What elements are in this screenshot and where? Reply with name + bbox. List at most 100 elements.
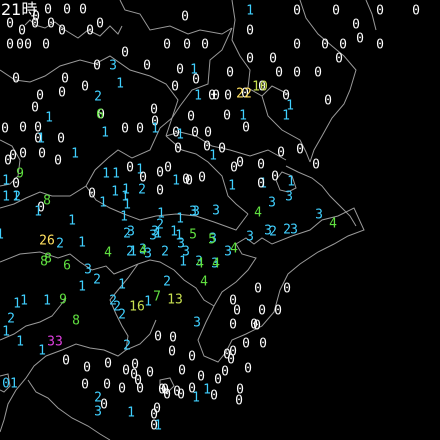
station-value: 0 (258, 303, 266, 319)
station-value: 3 (149, 228, 157, 244)
station-value: 0 (88, 186, 96, 202)
station-value: 0 (174, 141, 182, 157)
station-value: 0 (164, 160, 172, 176)
station-value: 0 (335, 51, 343, 67)
station-value: 0 (229, 317, 237, 333)
station-value: 0 (244, 361, 252, 377)
station-value: 3 (246, 229, 254, 245)
prefecture-border (165, 131, 287, 161)
station-value: 0 (332, 3, 340, 19)
station-value: 3 (193, 315, 201, 331)
station-value: 1 (16, 334, 24, 350)
station-value: 0 (143, 58, 151, 74)
station-value: 33 (47, 334, 63, 350)
station-value: 0 (235, 393, 243, 409)
station-value: 0 (269, 51, 277, 67)
station-value: 1 (120, 209, 128, 225)
station-value: 1 (154, 418, 162, 434)
station-value: 1 (172, 173, 180, 189)
station-value: 1 (99, 195, 107, 211)
station-value: 4 (254, 205, 262, 221)
station-value: 0 (250, 317, 258, 333)
station-value: 4 (230, 241, 238, 257)
station-value: 1 (287, 174, 295, 190)
station-value: 2 (94, 89, 102, 105)
station-value: 0 (83, 360, 91, 376)
station-value: 13 (167, 292, 183, 308)
station-value: 1 (37, 131, 45, 147)
station-value: 5 (208, 232, 216, 248)
station-value: 4 (104, 245, 112, 261)
station-value: 1 (2, 173, 10, 189)
station-value: 1 (43, 293, 51, 309)
station-value: 2 (163, 274, 171, 290)
station-value: 0 (16, 37, 24, 53)
station-value: 1 (34, 204, 42, 220)
station-value: 0 (293, 65, 301, 81)
station-value: 3 (144, 246, 152, 262)
station-value: 0 (1, 121, 9, 137)
station-value: 0 (103, 377, 111, 393)
station-value: 2 (161, 244, 169, 260)
station-value: 0 (163, 37, 171, 53)
station-value: 0 (321, 37, 329, 53)
station-value: 2 (94, 390, 102, 406)
station-value: 1 (112, 166, 120, 182)
station-value: 0 (242, 120, 250, 136)
station-value: 10 (252, 79, 268, 95)
station-value: 0 (271, 169, 279, 185)
station-value: 0 (356, 31, 364, 47)
station-value: 0 (376, 3, 384, 19)
station-value: 0 (118, 381, 126, 397)
station-value: 1 (121, 189, 129, 205)
station-value: 0 (19, 120, 27, 136)
station-value: 0 (187, 109, 195, 125)
station-value: 0 (339, 37, 347, 53)
station-value: 0 (293, 3, 301, 19)
station-value: 6 (63, 258, 71, 274)
station-value: 0 (163, 387, 171, 403)
station-value: 0 (58, 85, 66, 101)
station-value: 01 (2, 376, 18, 392)
station-value: 0 (275, 65, 283, 81)
station-value: 0 (181, 9, 189, 25)
station-value: 0 (136, 121, 144, 137)
station-value: 0 (352, 17, 360, 33)
station-value: 1 (209, 148, 217, 164)
station-value: 0 (214, 372, 222, 388)
station-value: 0 (210, 388, 218, 404)
station-value: 0 (296, 142, 304, 158)
station-value: 0 (242, 336, 250, 352)
station-value: 0 (233, 303, 241, 319)
station-value: 1 (127, 405, 135, 421)
station-value: 0 (257, 176, 265, 192)
station-value: 1 (228, 178, 236, 194)
prefecture-border (119, 0, 233, 35)
station-value: 0 (324, 93, 332, 109)
station-value: 3 (268, 195, 276, 211)
station-value: 1 (111, 184, 119, 200)
station-value: 1 (68, 213, 76, 229)
station-value: 0 (168, 344, 176, 360)
station-value: 0 (121, 45, 129, 61)
station-value: 1 (2, 324, 10, 340)
station-value: 0 (54, 153, 62, 169)
station-value: 0 (44, 2, 52, 18)
station-value: 0 (62, 353, 70, 369)
station-value: 0 (6, 37, 14, 53)
station-value: 0 (197, 369, 205, 385)
station-value: 1 (246, 3, 254, 19)
station-value: 0 (61, 71, 69, 87)
station-value: 1 (2, 189, 10, 205)
station-value: 0 (86, 23, 94, 39)
station-value: 1 (286, 98, 294, 114)
station-value: 26 (39, 233, 55, 249)
station-value: 1 (118, 277, 126, 293)
station-value: 1 (192, 390, 200, 406)
station-value: 0 (24, 37, 32, 53)
station-value: 0 (47, 16, 55, 32)
prefecture-border (299, 0, 357, 163)
station-value: 0 (259, 336, 267, 352)
station-value: 0 (154, 329, 162, 345)
station-value: 0 (230, 160, 238, 176)
